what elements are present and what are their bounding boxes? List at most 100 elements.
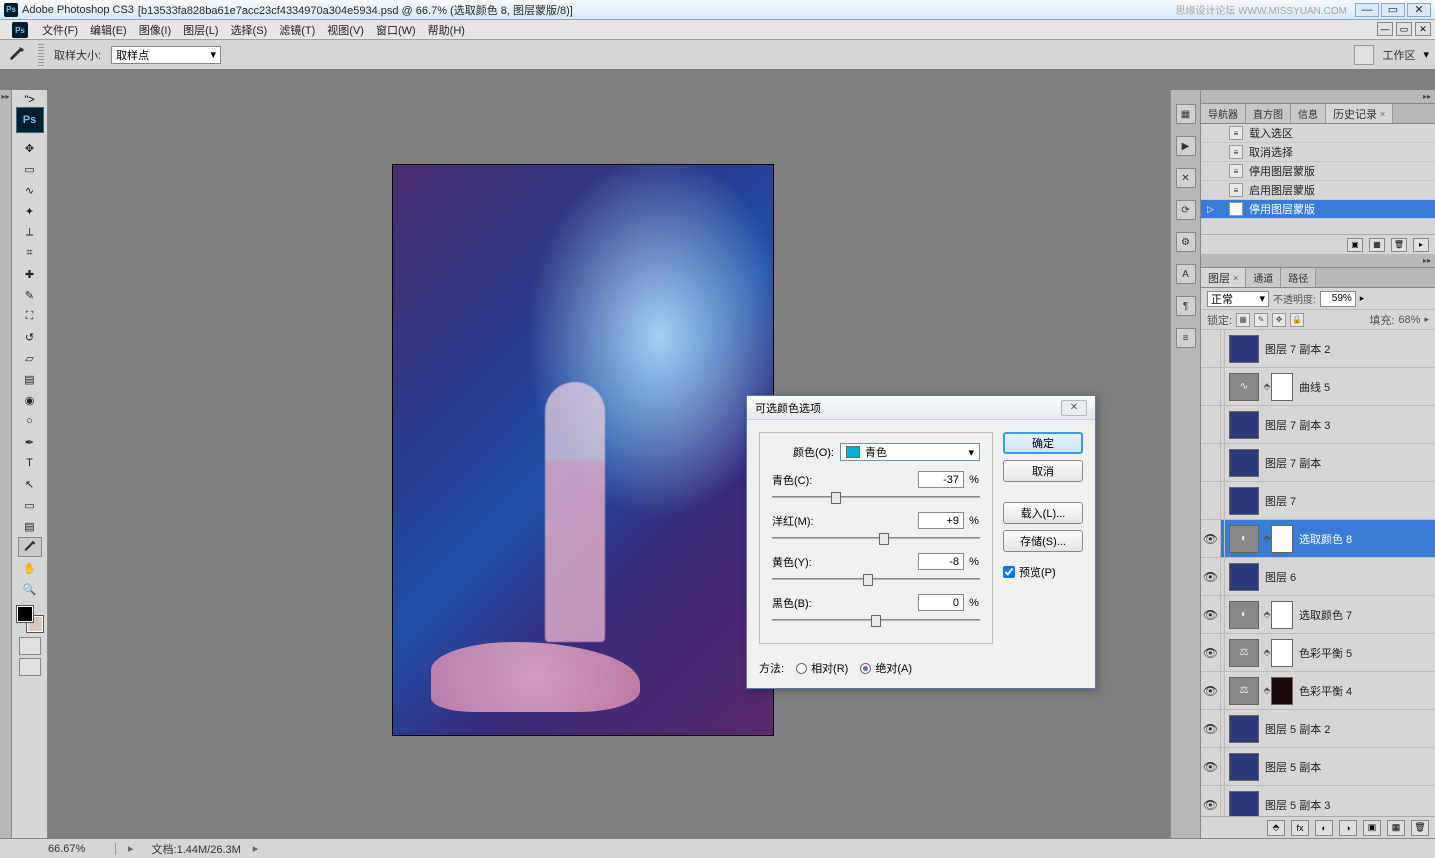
layer-row[interactable]: 👁图层 6 bbox=[1201, 558, 1435, 596]
history-delete-button[interactable]: 🗑 bbox=[1391, 238, 1407, 252]
menu-image[interactable]: 图像(I) bbox=[133, 20, 177, 39]
chevron-right-icon[interactable]: ▸ bbox=[128, 842, 134, 855]
yellow-input[interactable]: -8 bbox=[918, 553, 964, 570]
preview-checkbox[interactable] bbox=[1003, 566, 1015, 578]
lasso-tool[interactable]: ∿ bbox=[18, 180, 42, 200]
layer-mask-thumb[interactable] bbox=[1271, 373, 1293, 401]
layer-row[interactable]: 图层 7 bbox=[1201, 482, 1435, 520]
layer-row[interactable]: 图层 7 副本 3 bbox=[1201, 406, 1435, 444]
document-canvas[interactable] bbox=[393, 165, 773, 735]
eyedropper-tool[interactable] bbox=[18, 537, 42, 557]
history-item[interactable]: ≡停用图层蒙版 bbox=[1201, 162, 1435, 181]
layer-row[interactable]: 👁图层 5 副本 3 bbox=[1201, 786, 1435, 816]
save-button[interactable]: 存储(S)... bbox=[1003, 530, 1083, 552]
slider-knob[interactable] bbox=[871, 615, 881, 627]
cancel-button[interactable]: 取消 bbox=[1003, 460, 1083, 482]
left-collapse-rail[interactable]: ▸▸ bbox=[0, 90, 12, 838]
color-swatches[interactable] bbox=[17, 606, 43, 632]
sample-size-select[interactable]: 取样点▾ bbox=[111, 46, 221, 64]
layer-fx-button[interactable]: fx bbox=[1291, 820, 1309, 836]
dialog-titlebar[interactable]: 可选颜色选项 ✕ bbox=[747, 396, 1095, 420]
color-select[interactable]: 青色 ▾ bbox=[840, 443, 980, 461]
menu-view[interactable]: 视图(V) bbox=[321, 20, 370, 39]
layer-visibility-toggle[interactable] bbox=[1201, 406, 1221, 443]
fg-color-swatch[interactable] bbox=[17, 606, 33, 622]
layer-thumb[interactable] bbox=[1229, 411, 1259, 439]
window-maximize-button[interactable]: ▭ bbox=[1381, 3, 1405, 17]
load-button[interactable]: 载入(L)... bbox=[1003, 502, 1083, 524]
screenmode-button[interactable] bbox=[19, 658, 41, 676]
lock-position-button[interactable]: ✥ bbox=[1272, 313, 1286, 327]
layer-visibility-toggle[interactable]: 👁 bbox=[1201, 672, 1221, 709]
menu-filter[interactable]: 滤镜(T) bbox=[273, 20, 321, 39]
history-item[interactable]: ▷≡停用图层蒙版 bbox=[1201, 200, 1435, 219]
menu-file[interactable]: 文件(F) bbox=[36, 20, 84, 39]
layer-row[interactable]: 👁⚖⬘色彩平衡 5 bbox=[1201, 634, 1435, 672]
tab-info[interactable]: 信息 bbox=[1291, 104, 1326, 123]
chevron-right-icon[interactable]: ▸ bbox=[253, 842, 259, 855]
wand-tool[interactable]: ✦ bbox=[18, 201, 42, 221]
brush-preset-button[interactable] bbox=[1354, 45, 1374, 65]
link-layers-button[interactable]: ⬘ bbox=[1267, 820, 1285, 836]
layer-visibility-toggle[interactable]: 👁 bbox=[1201, 520, 1221, 557]
layer-thumb[interactable]: ◐ bbox=[1229, 601, 1259, 629]
layers-collapse-bar[interactable]: ▸▸ bbox=[1201, 254, 1435, 268]
tab-navigator[interactable]: 导航器 bbox=[1201, 104, 1246, 123]
eraser-tool[interactable]: ▱ bbox=[18, 348, 42, 368]
layer-thumb[interactable]: ⚖ bbox=[1229, 639, 1259, 667]
tab-history[interactable]: 历史记录× bbox=[1326, 104, 1393, 123]
delete-layer-button[interactable]: 🗑 bbox=[1411, 820, 1429, 836]
shape-tool[interactable]: ▭ bbox=[18, 495, 42, 515]
dock-button-8[interactable]: ≡ bbox=[1176, 328, 1196, 348]
black-input[interactable]: 0 bbox=[918, 594, 964, 611]
menu-select[interactable]: 选择(S) bbox=[225, 20, 274, 39]
layer-row[interactable]: 👁⚖⬘色彩平衡 4 bbox=[1201, 672, 1435, 710]
history-item[interactable]: ≡启用图层蒙版 bbox=[1201, 181, 1435, 200]
zoom-tool[interactable]: 🔍 bbox=[18, 579, 42, 599]
menu-edit[interactable]: 编辑(E) bbox=[84, 20, 133, 39]
cyan-track[interactable] bbox=[772, 490, 980, 504]
layer-row[interactable]: 图层 7 副本 bbox=[1201, 444, 1435, 482]
ok-button[interactable]: 确定 bbox=[1003, 432, 1083, 454]
magenta-track[interactable] bbox=[772, 531, 980, 545]
hand-tool[interactable]: ✋ bbox=[18, 558, 42, 578]
dialog-close-button[interactable]: ✕ bbox=[1061, 400, 1087, 416]
dock-button-4[interactable]: ⟳ bbox=[1176, 200, 1196, 220]
layer-thumb[interactable] bbox=[1229, 487, 1259, 515]
blend-mode-select[interactable]: 正常▾ bbox=[1207, 291, 1269, 307]
dock-button-1[interactable]: ▦ bbox=[1176, 104, 1196, 124]
fill-input[interactable]: 68% bbox=[1398, 314, 1420, 326]
lock-all-button[interactable]: 🔒 bbox=[1290, 313, 1304, 327]
black-track[interactable] bbox=[772, 613, 980, 627]
heal-tool[interactable]: ✚ bbox=[18, 264, 42, 284]
layer-visibility-toggle[interactable] bbox=[1201, 444, 1221, 481]
doc-restore-button[interactable]: ▭ bbox=[1396, 22, 1412, 36]
dock-button-3[interactable]: ✕ bbox=[1176, 168, 1196, 188]
absolute-radio[interactable] bbox=[860, 663, 871, 674]
eyedropper-tool-icon[interactable] bbox=[6, 44, 28, 66]
pen-tool[interactable]: ✒ bbox=[18, 432, 42, 452]
quickmask-button[interactable] bbox=[19, 637, 41, 655]
layer-thumb[interactable]: ◐ bbox=[1229, 525, 1259, 553]
doc-minimize-button[interactable]: — bbox=[1377, 22, 1393, 36]
layer-visibility-toggle[interactable] bbox=[1201, 368, 1221, 405]
layer-visibility-toggle[interactable]: 👁 bbox=[1201, 748, 1221, 785]
dock-button-6[interactable]: A bbox=[1176, 264, 1196, 284]
brush-tool[interactable]: ✎ bbox=[18, 285, 42, 305]
layer-mask-thumb[interactable] bbox=[1271, 677, 1293, 705]
layer-visibility-toggle[interactable] bbox=[1201, 330, 1221, 367]
gradient-tool[interactable]: ▤ bbox=[18, 369, 42, 389]
menu-help[interactable]: 帮助(H) bbox=[422, 20, 471, 39]
menu-window[interactable]: 窗口(W) bbox=[370, 20, 422, 39]
layer-visibility-toggle[interactable]: 👁 bbox=[1201, 596, 1221, 633]
magenta-input[interactable]: +9 bbox=[918, 512, 964, 529]
layer-row[interactable]: 👁图层 5 副本 bbox=[1201, 748, 1435, 786]
dodge-tool[interactable]: ○ bbox=[18, 411, 42, 431]
layer-row[interactable]: ∿⬘曲线 5 bbox=[1201, 368, 1435, 406]
layer-thumb[interactable] bbox=[1229, 449, 1259, 477]
dock-button-7[interactable]: ¶ bbox=[1176, 296, 1196, 316]
type-tool[interactable]: T bbox=[18, 453, 42, 473]
workspace-label[interactable]: 工作区 bbox=[1382, 47, 1415, 63]
layer-visibility-toggle[interactable] bbox=[1201, 482, 1221, 519]
slider-knob[interactable] bbox=[831, 492, 841, 504]
